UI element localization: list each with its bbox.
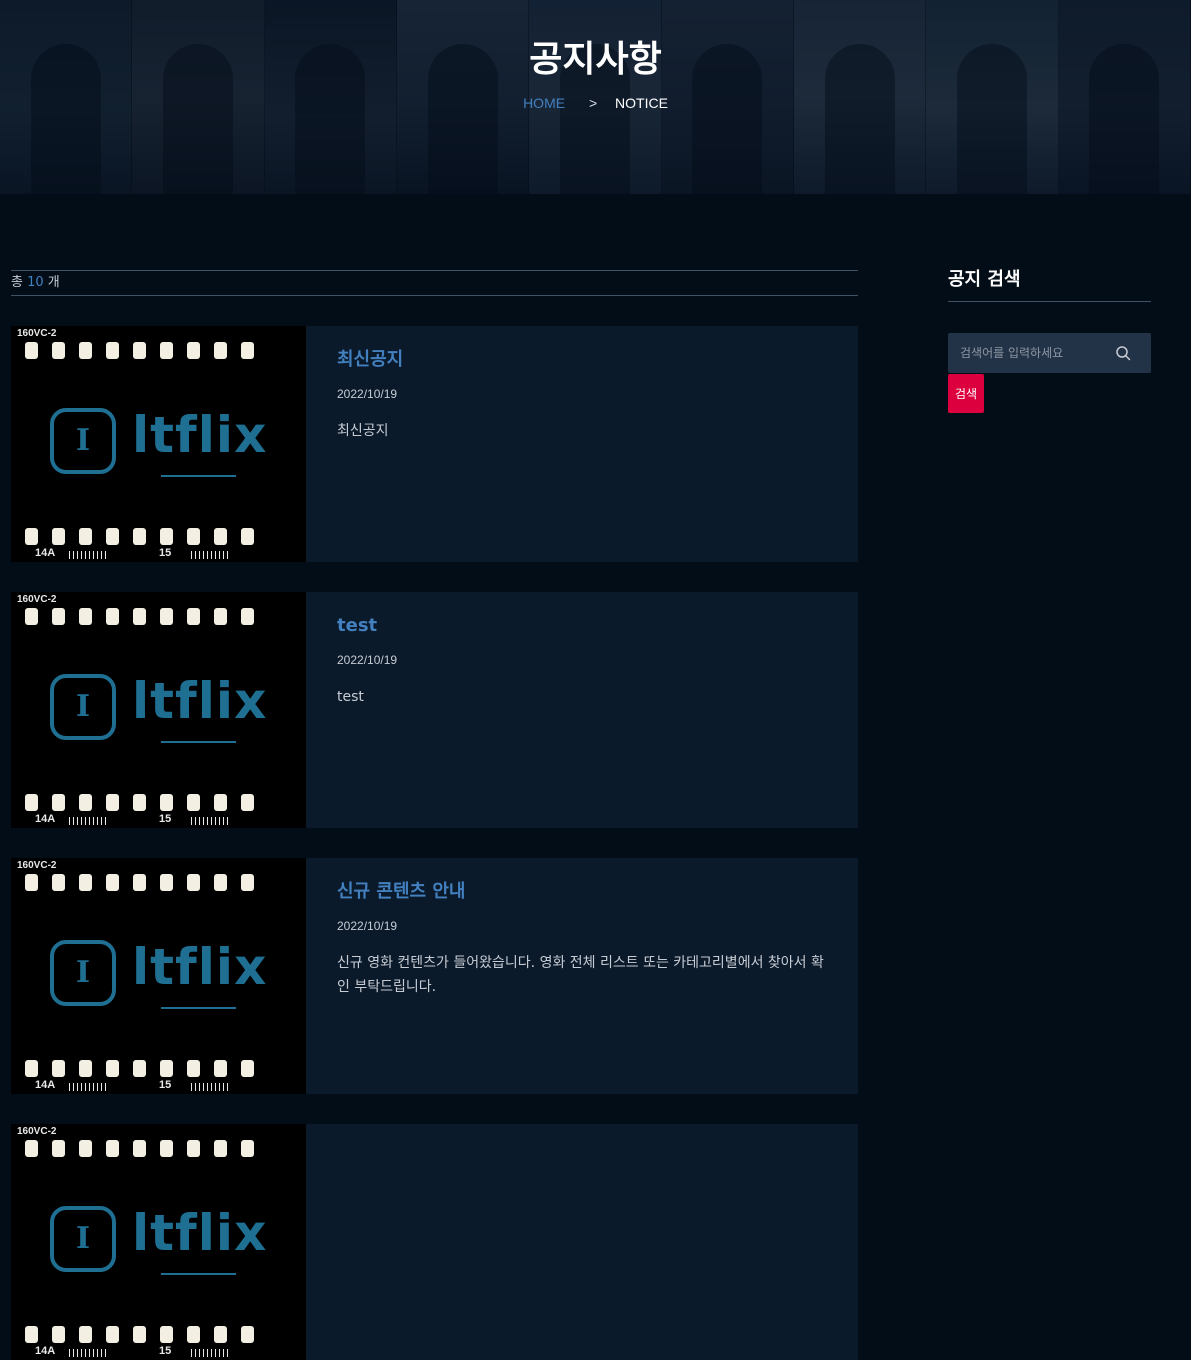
notice-excerpt: 신규 영화 컨텐츠가 들어왔습니다. 영화 전체 리스트 또는 카테고리별에서 …: [337, 955, 824, 995]
count-number: 10: [27, 275, 44, 290]
count-prefix: 총: [11, 275, 23, 290]
notice-excerpt: 최신공지: [337, 423, 389, 439]
film-perforations: [25, 794, 254, 811]
sidebar: 공지 검색 검색: [948, 265, 1151, 413]
page-title: 공지사항: [529, 39, 662, 80]
notice-title-link[interactable]: [337, 1146, 828, 1170]
film-ticks: [191, 1083, 231, 1091]
film-ticks: [191, 817, 231, 825]
notice-title-link[interactable]: test: [337, 614, 828, 638]
notice-card[interactable]: 160VC-2 I ltflix 14A 15 최신공지 2022/10/19 …: [11, 326, 858, 562]
film-perforations: [25, 608, 254, 625]
logo-underline: [161, 741, 236, 743]
film-ticks: [69, 817, 109, 825]
film-perforations: [25, 528, 254, 545]
logo-text: ltflix: [132, 1204, 268, 1262]
breadcrumb-current: NOTICE: [615, 95, 668, 111]
count-suffix: 개: [47, 275, 60, 290]
logo-icon: I: [50, 674, 116, 740]
notice-thumbnail[interactable]: 160VC-2 I ltflix 14A 15: [11, 1124, 306, 1360]
logo-icon: I: [50, 1206, 116, 1272]
logo-text: ltflix: [132, 672, 268, 730]
notice-card[interactable]: 160VC-2 I ltflix 14A 15 신규 콘텐츠 안내 2022/1…: [11, 858, 858, 1094]
logo-text: ltflix: [132, 938, 268, 996]
search-icon[interactable]: [1115, 345, 1131, 361]
notice-thumbnail[interactable]: 160VC-2 I ltflix 14A 15: [11, 592, 306, 828]
notice-body: [306, 1124, 858, 1360]
film-perforations: [25, 1140, 254, 1157]
film-frame-number: 14A: [35, 547, 56, 559]
film-ticks: [191, 1349, 231, 1357]
logo-icon: I: [50, 940, 116, 1006]
logo-underline: [161, 1273, 236, 1275]
film-frame-number: 14A: [35, 813, 56, 825]
film-ticks: [69, 1083, 109, 1091]
film-label: 160VC-2: [17, 1126, 57, 1137]
film-ticks: [69, 551, 109, 559]
logo-underline: [161, 1007, 236, 1009]
notice-thumbnail[interactable]: 160VC-2 I ltflix 14A 15: [11, 858, 306, 1094]
film-ticks: [191, 551, 231, 559]
film-frame-number: 15: [159, 1345, 172, 1357]
film-perforations: [25, 874, 254, 891]
film-frame-number: 15: [159, 1079, 172, 1091]
notice-body: 최신공지 2022/10/19 최신공지: [306, 326, 858, 562]
film-perforations: [25, 342, 254, 359]
notice-card[interactable]: 160VC-2 I ltflix 14A 15 test 2022/10/19 …: [11, 592, 858, 828]
film-perforations: [25, 1060, 254, 1077]
notice-title-link[interactable]: 신규 콘텐츠 안내: [337, 880, 828, 904]
logo-underline: [161, 475, 236, 477]
sidebar-title: 공지 검색: [948, 265, 1151, 302]
film-frame-number: 15: [159, 813, 172, 825]
notice-date: 2022/10/19: [337, 653, 398, 667]
notice-title-link[interactable]: 최신공지: [337, 348, 828, 372]
result-count: 총 10 개: [11, 270, 858, 296]
film-label: 160VC-2: [17, 328, 57, 339]
film-label: 160VC-2: [17, 860, 57, 871]
search-button[interactable]: 검색: [948, 374, 984, 413]
logo-text: ltflix: [132, 406, 268, 464]
notice-date: 2022/10/19: [337, 387, 398, 401]
breadcrumb: HOME > NOTICE: [0, 95, 1191, 111]
film-frame-number: 15: [159, 547, 172, 559]
film-label: 160VC-2: [17, 594, 57, 605]
notice-card[interactable]: 160VC-2 I ltflix 14A 15: [11, 1124, 858, 1360]
logo-icon: I: [50, 408, 116, 474]
notice-thumbnail[interactable]: 160VC-2 I ltflix 14A 15: [11, 326, 306, 562]
chevron-right-icon: >: [588, 95, 598, 111]
search-box: [948, 333, 1151, 373]
film-perforations: [25, 1326, 254, 1343]
film-frame-number: 14A: [35, 1345, 56, 1357]
film-frame-number: 14A: [35, 1079, 56, 1091]
notice-date: 2022/10/19: [337, 919, 398, 933]
breadcrumb-home-link[interactable]: HOME: [523, 95, 565, 111]
notice-list: 총 10 개: [11, 270, 858, 296]
film-ticks: [69, 1349, 109, 1357]
notice-excerpt: test: [337, 689, 364, 705]
notice-body: 신규 콘텐츠 안내 2022/10/19 신규 영화 컨텐츠가 들어왔습니다. …: [306, 858, 858, 1094]
hero-banner: 공지사항 HOME > NOTICE: [0, 0, 1191, 194]
notice-body: test 2022/10/19 test: [306, 592, 858, 828]
